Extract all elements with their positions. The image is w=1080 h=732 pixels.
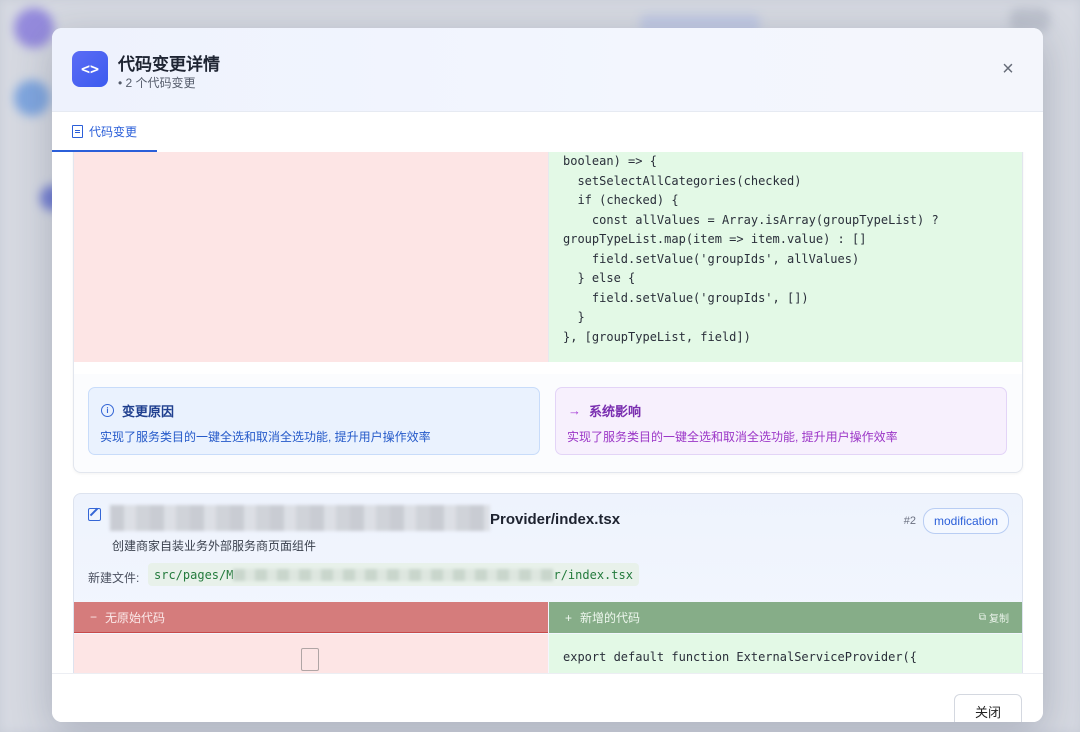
code-line: boolean) => {: [563, 154, 657, 168]
redacted-path-segment: [233, 568, 554, 581]
no-original-pane: [74, 634, 548, 674]
original-header-label: 无原始代码: [105, 610, 166, 625]
arrow-right-icon: →: [568, 403, 581, 418]
new-header-label: 新增的代码: [580, 611, 641, 625]
change-card-1: boolean) => { setSelectAllCategories(che…: [73, 152, 1023, 473]
modal-footer: 关闭: [52, 673, 1043, 722]
code-line: groupTypeList.map(item => item.value) : …: [563, 232, 867, 246]
code-line: }: [577, 310, 585, 324]
close-icon[interactable]: ×: [997, 58, 1019, 80]
modal-title: 代码变更详情: [118, 55, 220, 74]
tab-bar: 代码变更: [52, 112, 1043, 153]
code-line: field.setValue('groupIds', []): [591, 290, 809, 305]
code-line: } else {: [577, 271, 636, 285]
code-line: const allValues = Array.isArray(groupTyp…: [591, 212, 939, 227]
code-icon: <>: [72, 51, 108, 87]
modal-body[interactable]: boolean) => { setSelectAllCategories(che…: [52, 152, 1043, 674]
code-line: }, [groupTypeList, field]): [563, 329, 751, 344]
file-name: Provider/index.tsx: [490, 511, 621, 528]
diff-bottom-strip: [74, 362, 1022, 374]
edit-icon: [88, 508, 101, 521]
tab-code-changes[interactable]: 代码变更: [52, 112, 158, 152]
new-file-label: 新建文件:: [88, 571, 140, 585]
modal-header: <> 代码变更详情 • 2 个代码变更 ×: [52, 28, 1043, 112]
change-reason-box: i 变更原因 实现了服务类目的一键全选和取消全选功能, 提升用户操作效率: [88, 387, 540, 455]
new-code-header: + 新增的代码 ⧉ 复制: [549, 602, 1022, 633]
code-line: setSelectAllCategories(checked): [577, 173, 802, 188]
change-number: #2: [903, 515, 916, 527]
impact-title: 系统影响: [589, 404, 642, 419]
reason-title: 变更原因: [122, 404, 175, 419]
copy-icon: ⧉: [978, 612, 986, 623]
modified-code-pane: boolean) => { setSelectAllCategories(che…: [549, 152, 1022, 362]
change-card-2: Provider/index.tsx 创建商家自装业务外部服务商页面组件 #2 …: [73, 493, 1023, 674]
original-code-header: − 无原始代码: [74, 602, 548, 633]
system-impact-box: → 系统影响 实现了服务类目的一键全选和取消全选功能, 提升用户操作效率: [555, 387, 1007, 455]
plus-icon: +: [565, 610, 573, 625]
info-icon: i: [101, 404, 114, 417]
new-code-pane: export default function ExternalServiceP…: [549, 634, 1022, 674]
file-description: 创建商家自装业务外部服务商页面组件: [112, 539, 317, 553]
empty-file-icon: [301, 648, 319, 671]
code-line: if (checked) {: [577, 193, 679, 207]
original-code-pane: [74, 152, 548, 362]
code-change-modal: <> 代码变更详情 • 2 个代码变更 × 代码变更 boolean) => {…: [52, 28, 1043, 722]
close-button[interactable]: 关闭: [954, 694, 1022, 722]
change-type-badge: modification: [922, 508, 1009, 534]
reason-text: 实现了服务类目的一键全选和取消全选功能, 提升用户操作效率: [100, 430, 431, 444]
modal-subtitle: • 2 个代码变更: [118, 76, 196, 90]
file-path: src/pages/M r/index.tsx: [148, 563, 639, 586]
copy-button[interactable]: ⧉ 复制: [979, 610, 1009, 625]
minus-icon: −: [90, 610, 98, 624]
new-code-line: export default function ExternalServiceP…: [563, 650, 918, 664]
code-line: field.setValue('groupIds', allValues): [591, 251, 860, 266]
pane-divider: [548, 152, 549, 372]
modified-code: boolean) => { setSelectAllCategories(che…: [563, 152, 939, 347]
tab-label: 代码变更: [89, 124, 138, 139]
redacted-path: [110, 505, 490, 531]
document-icon: [72, 124, 83, 138]
impact-text: 实现了服务类目的一键全选和取消全选功能, 提升用户操作效率: [567, 430, 898, 444]
